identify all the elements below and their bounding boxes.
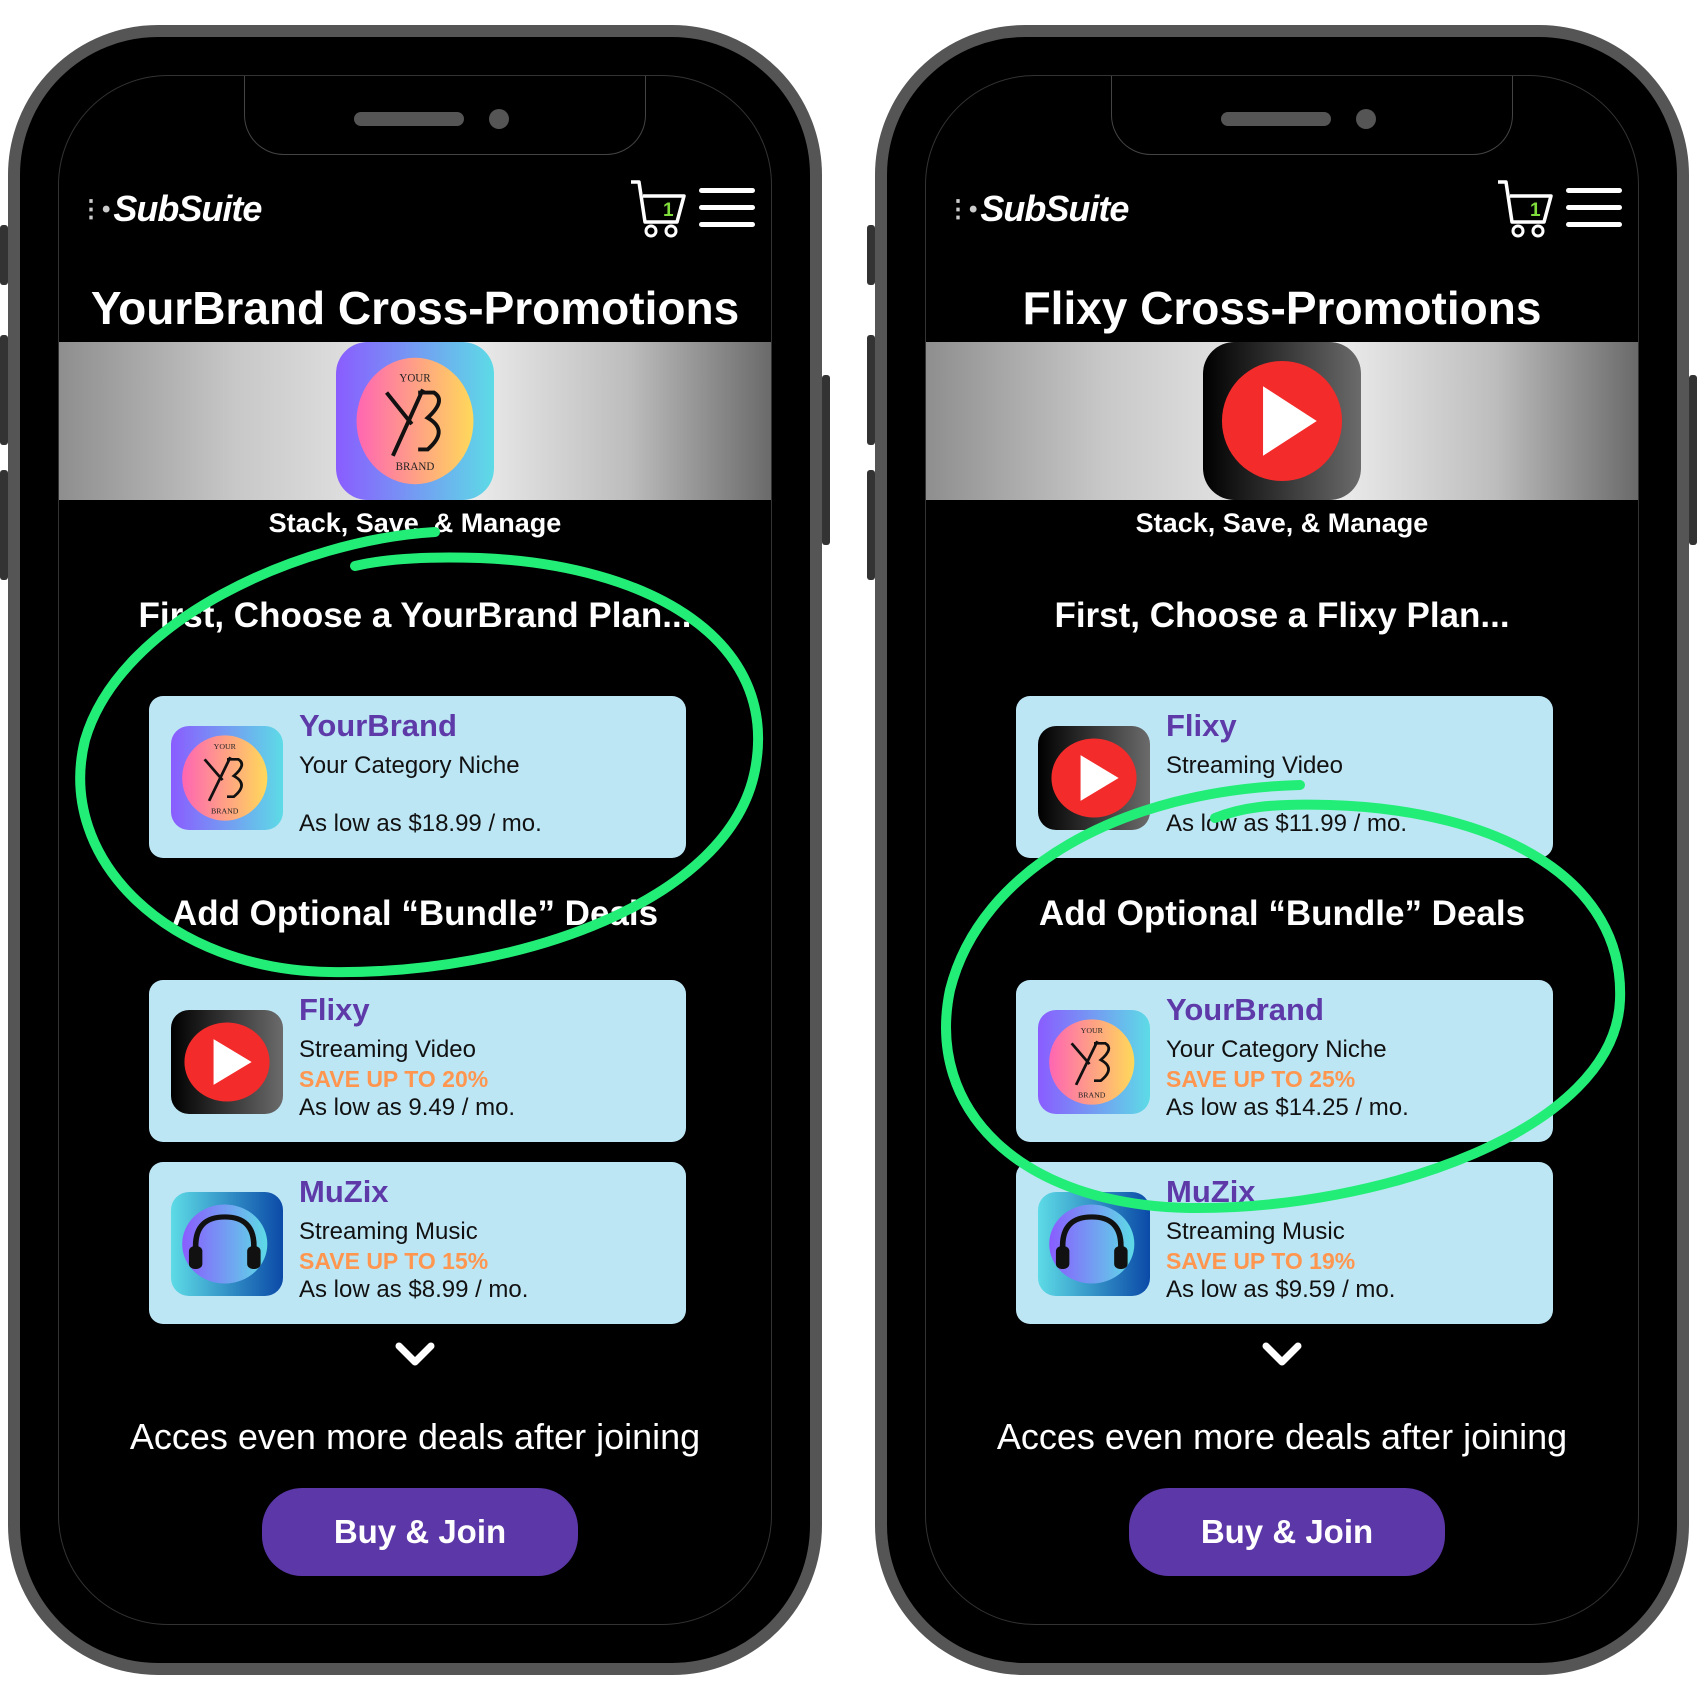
hamburger-menu-button[interactable] (699, 188, 755, 239)
bundle-name: MuZix (1166, 1174, 1256, 1209)
subsuite-logo[interactable]: ⋮• SubSuite (79, 188, 262, 230)
page-title: YourBrand Cross-Promotions (90, 282, 740, 334)
phone-side-button (867, 225, 875, 285)
flixy-play-icon (1038, 726, 1150, 830)
bundle-category: Streaming Music (1166, 1218, 1345, 1245)
phone-volume-up (867, 335, 875, 445)
front-camera (489, 109, 509, 129)
flixy-play-icon (1203, 342, 1361, 500)
plan-card-yourbrand[interactable]: YOUR BRAND YourBrand Your Category Niche… (149, 696, 686, 858)
bundle-price: As low as $14.25 / mo. (1166, 1094, 1409, 1121)
phone-screen: ⋮• SubSuite 1 Flixy Cross-Promotions Sta… (925, 75, 1639, 1625)
bundle-card-flixy[interactable]: Flixy Streaming Video SAVE UP TO 20% As … (149, 980, 686, 1142)
bundle-heading: Add Optional “Bundle” Deals (1038, 894, 1526, 933)
chevron-down-icon[interactable] (1262, 1342, 1302, 1368)
page-title: Flixy Cross-Promotions (1022, 282, 1542, 334)
cart-count-badge: 1 (663, 200, 674, 221)
bundle-price: As low as 9.49 / mo. (299, 1094, 516, 1121)
flixy-play-icon (171, 1010, 283, 1114)
more-deals-text: Acces even more deals after joining (996, 1416, 1568, 1457)
bundle-savings: SAVE UP TO 20% (299, 1066, 489, 1092)
cart-button[interactable]: 1 (629, 178, 687, 238)
more-deals-text: Acces even more deals after joining (129, 1416, 701, 1457)
yourbrand-logo-icon: YOUR BRAND (1038, 1010, 1150, 1114)
plan-name: Flixy (1166, 708, 1237, 743)
phone-screen: ⋮• SubSuite 1 YourBrand Cross-Promotions… (58, 75, 772, 1625)
cart-count-badge: 1 (1530, 200, 1541, 221)
yourbrand-logo-icon: YOUR BRAND (171, 726, 283, 830)
plan-category: Streaming Video (1166, 752, 1343, 779)
logo-text: SubSuite (113, 188, 262, 229)
buy-and-join-button[interactable]: Buy & Join (1129, 1488, 1445, 1576)
hamburger-menu-icon (1566, 188, 1622, 193)
phone-volume-up (0, 335, 8, 445)
brand-banner (926, 342, 1638, 500)
bundle-category: Streaming Video (299, 1036, 476, 1063)
bundle-savings: SAVE UP TO 19% (1166, 1248, 1356, 1274)
svg-text:BRAND: BRAND (211, 807, 239, 816)
speaker-grille (354, 112, 464, 126)
phone-side-button (0, 225, 8, 285)
muzix-headphones-icon (1038, 1192, 1150, 1296)
speaker-grille (1221, 112, 1331, 126)
buy-and-join-button[interactable]: Buy & Join (262, 1488, 578, 1576)
bundle-name: MuZix (299, 1174, 389, 1209)
plan-card-flixy[interactable]: Flixy Streaming Video As low as $11.99 /… (1016, 696, 1553, 858)
hamburger-menu-button[interactable] (1566, 188, 1622, 239)
svg-text:YOUR: YOUR (1081, 1026, 1104, 1035)
phone-power-button (822, 375, 830, 545)
tagline: Stack, Save, & Manage (268, 508, 562, 538)
phone-volume-down (0, 470, 8, 580)
plan-category: Your Category Niche (299, 752, 520, 779)
phone-power-button (1689, 375, 1697, 545)
bundle-card-yourbrand[interactable]: YOUR BRAND YourBrand Your Category Niche… (1016, 980, 1553, 1142)
cart-button[interactable]: 1 (1496, 178, 1554, 238)
svg-text:BRAND: BRAND (1078, 1091, 1106, 1100)
shopping-cart-icon: 1 (631, 180, 686, 238)
plan-heading: First, Choose a YourBrand Plan... (138, 596, 692, 635)
hamburger-menu-icon (699, 188, 755, 193)
bundle-category: Your Category Niche (1166, 1036, 1387, 1063)
plan-price: As low as $18.99 / mo. (299, 810, 542, 837)
bundle-savings: SAVE UP TO 15% (299, 1248, 489, 1274)
bundle-price: As low as $8.99 / mo. (299, 1276, 529, 1303)
logo-text: SubSuite (980, 188, 1129, 229)
bundle-category: Streaming Music (299, 1218, 478, 1245)
bundle-price: As low as $9.59 / mo. (1166, 1276, 1396, 1303)
shopping-cart-icon: 1 (1498, 180, 1553, 238)
subsuite-logo[interactable]: ⋮• SubSuite (946, 188, 1129, 230)
phone-volume-down (867, 470, 875, 580)
plan-heading: First, Choose a Flixy Plan... (1054, 596, 1510, 635)
subsuite-logo-icon: ⋮• (79, 195, 110, 223)
chevron-down-icon[interactable] (395, 1342, 435, 1368)
plan-price: As low as $11.99 / mo. (1166, 810, 1408, 837)
bundle-name: Flixy (299, 992, 370, 1027)
subsuite-logo-icon: ⋮• (946, 195, 977, 223)
brand-banner: YOUR BRAND (59, 342, 771, 500)
muzix-headphones-icon (171, 1192, 283, 1296)
bundle-savings: SAVE UP TO 25% (1166, 1066, 1356, 1092)
svg-text:BRAND: BRAND (396, 461, 435, 473)
yourbrand-logo-icon: YOUR BRAND (336, 342, 494, 500)
bundle-card-muzix[interactable]: MuZix Streaming Music SAVE UP TO 19% As … (1016, 1162, 1553, 1324)
phone-mockup-flixy: ⋮• SubSuite 1 Flixy Cross-Promotions Sta… (867, 25, 1697, 1675)
front-camera (1356, 109, 1376, 129)
bundle-card-muzix[interactable]: MuZix Streaming Music SAVE UP TO 15% As … (149, 1162, 686, 1324)
bundle-name: YourBrand (1166, 992, 1324, 1027)
svg-text:YOUR: YOUR (399, 373, 431, 385)
bundle-heading: Add Optional “Bundle” Deals (171, 894, 659, 933)
phone-mockup-yourbrand: ⋮• SubSuite 1 YourBrand Cross-Promotions… (0, 25, 830, 1675)
plan-name: YourBrand (299, 708, 457, 743)
tagline: Stack, Save, & Manage (1135, 508, 1429, 538)
svg-text:YOUR: YOUR (214, 742, 237, 751)
